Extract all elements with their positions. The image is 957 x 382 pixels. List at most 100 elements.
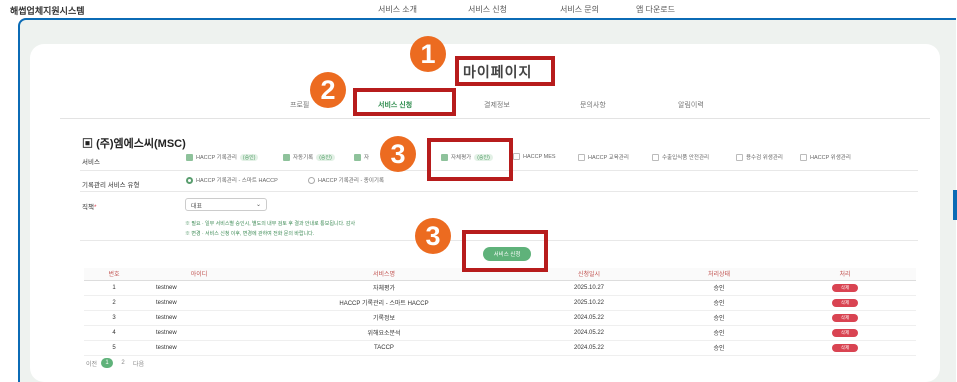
- table-cell: 위해요소분석: [254, 325, 514, 341]
- status-badge: (승인): [316, 153, 335, 161]
- table-cell: 3: [84, 310, 144, 326]
- callout-number-3: 3: [380, 136, 416, 172]
- nav-item-apply[interactable]: 서비스 신청: [468, 4, 507, 15]
- table-cell: 삭제: [774, 295, 916, 311]
- table-row: 3 testnew 기록정보 2024.05.22 승인 삭제: [84, 310, 916, 326]
- table-cell: 승인: [664, 295, 774, 311]
- table-cell: 승인: [664, 280, 774, 296]
- table-cell: 2024.05.22: [514, 340, 664, 356]
- callout-number-2: 2: [310, 72, 346, 108]
- table-cell: 2024.05.22: [514, 310, 664, 326]
- table-cell: 자체평가: [254, 280, 514, 296]
- table-cell: 승인: [664, 340, 774, 356]
- delete-button[interactable]: 삭제: [832, 313, 858, 322]
- position-select[interactable]: 대표 ⌄: [185, 198, 267, 211]
- table-cell: 5: [84, 340, 144, 356]
- nav-item-inquiry[interactable]: 서비스 문의: [560, 4, 599, 15]
- service-checkbox-label: HACCP 위생관리: [810, 155, 851, 161]
- callout-box-mypage: [455, 56, 555, 86]
- checkbox-icon: [800, 153, 807, 161]
- next-page-button[interactable]: 다음: [133, 359, 144, 368]
- table-cell: 삭제: [774, 325, 916, 341]
- page-2-button[interactable]: 2: [117, 358, 129, 368]
- divider: [80, 191, 918, 192]
- tab-payment[interactable]: 결제정보: [484, 100, 510, 110]
- service-checkbox-label: 자동기록: [293, 155, 314, 161]
- table-cell: 2025.10.22: [514, 295, 664, 311]
- chevron-down-icon: ⌄: [255, 202, 261, 208]
- checkbox-checked-icon: [186, 153, 193, 161]
- service-checkbox[interactable]: HACCP MES: [513, 153, 556, 160]
- table-cell: 2: [84, 295, 144, 311]
- service-checkbox[interactable]: HACCP 교육관리: [578, 153, 629, 161]
- record-type-smart[interactable]: HACCP 기록관리 - 스마트 HACCP: [186, 176, 278, 184]
- delete-button[interactable]: 삭제: [832, 328, 858, 337]
- service-checkbox-label: HACCP 기록관리: [196, 155, 237, 161]
- record-type-paper[interactable]: HACCP 기록관리 - 종이기록: [308, 176, 384, 184]
- column-header: 번호: [84, 268, 144, 281]
- checkbox-icon: [652, 153, 659, 161]
- records-type-label: 기록관리 서비스 유형: [82, 182, 140, 189]
- column-header: 처리: [774, 268, 916, 281]
- checkbox-icon: [578, 153, 585, 161]
- service-checkbox[interactable]: 자동기록 (승인): [283, 153, 335, 161]
- table-cell: testnew: [144, 325, 254, 341]
- scrollbar[interactable]: [953, 190, 957, 220]
- delete-button[interactable]: 삭제: [832, 343, 858, 352]
- service-checkbox-label: HACCP 교육관리: [588, 155, 629, 161]
- nav-item-app-download[interactable]: 앱 다운로드: [636, 4, 675, 15]
- pagination: 이전 1 2 다음: [86, 358, 144, 368]
- site-logo[interactable]: 해썹업체지원시스템: [10, 4, 85, 17]
- service-label: 서비스: [82, 159, 100, 166]
- table-cell: 2024.05.22: [514, 325, 664, 341]
- table-cell: 기록정보: [254, 310, 514, 326]
- page-1-button[interactable]: 1: [101, 358, 114, 368]
- table-cell: 승인: [664, 325, 774, 341]
- column-header: 처리상태: [664, 268, 774, 281]
- table-cell: testnew: [144, 340, 254, 356]
- delete-button[interactable]: 삭제: [832, 283, 858, 292]
- checkbox-checked-icon: [283, 153, 290, 161]
- company-label: (주)엠에스씨(MSC): [96, 138, 186, 150]
- radio-icon: [308, 176, 315, 184]
- checkbox-icon: [513, 153, 520, 160]
- service-checkbox[interactable]: 수출입식품 안전관리: [652, 153, 709, 161]
- nav-item-intro[interactable]: 서비스 소개: [378, 4, 417, 15]
- callout-box-service-tab: [353, 88, 456, 116]
- service-checkbox[interactable]: 자: [354, 153, 369, 161]
- service-checkbox-label: 용수검 위생관리: [746, 155, 783, 161]
- checkbox-icon: [736, 153, 743, 161]
- service-checkbox-label: 자: [364, 155, 370, 161]
- top-bar: 해썹업체지원시스템 서비스 소개 서비스 신청 서비스 문의 앱 다운로드: [0, 0, 957, 18]
- callout-box-service-checkbox: [427, 138, 513, 181]
- callout-number-3: 3: [415, 218, 451, 254]
- table-cell: 2025.10.27: [514, 280, 664, 296]
- table-row: 5 testnew TACCP 2024.05.22 승인 삭제: [84, 340, 916, 356]
- notice-text: ※ 변경 · 서비스 신청 이후, 변경에 관하여 전화 문의 바랍니다.: [185, 231, 315, 237]
- service-checkbox[interactable]: HACCP 기록관리 (승인): [186, 153, 259, 161]
- delete-button[interactable]: 삭제: [832, 298, 858, 307]
- service-checkbox[interactable]: HACCP 위생관리: [800, 153, 851, 161]
- table-cell: 4: [84, 325, 144, 341]
- callout-box-apply-button: [462, 230, 548, 272]
- service-checkbox[interactable]: 용수검 위생관리: [736, 153, 783, 161]
- table-cell: testnew: [144, 280, 254, 296]
- notice-text: ※ 필요 · 일부 서비스별 승인시, 별도의 내부 검토 후 결과 안내로 통…: [185, 221, 356, 227]
- tab-profile[interactable]: 프로필: [290, 100, 309, 110]
- prev-page-button[interactable]: 이전: [86, 359, 97, 368]
- table-cell: 삭제: [774, 310, 916, 326]
- radio-selected-icon: [186, 176, 193, 184]
- table-cell: 1: [84, 280, 144, 296]
- table-cell: 승인: [664, 310, 774, 326]
- table-row: 2 testnew HACCP 기록관리 - 스마트 HACCP 2025.10.22…: [84, 295, 916, 311]
- tab-inquiry[interactable]: 문의사항: [580, 100, 606, 110]
- service-checkbox-label: HACCP MES: [523, 153, 556, 160]
- service-checkbox-label: 수출입식품 안전관리: [662, 155, 710, 161]
- tab-divider: [60, 118, 930, 119]
- tab-notifications[interactable]: 알림이력: [678, 100, 704, 110]
- table-cell: 삭제: [774, 340, 916, 356]
- table-cell: HACCP 기록관리 - 스마트 HACCP: [254, 295, 514, 311]
- table-cell: 삭제: [774, 280, 916, 296]
- application-table: 번호 아이디 서비스명 신청일시 처리상태 처리 1 testnew 자체평가 202…: [84, 268, 916, 356]
- table-row: 1 testnew 자체평가 2025.10.27 승인 삭제: [84, 280, 916, 296]
